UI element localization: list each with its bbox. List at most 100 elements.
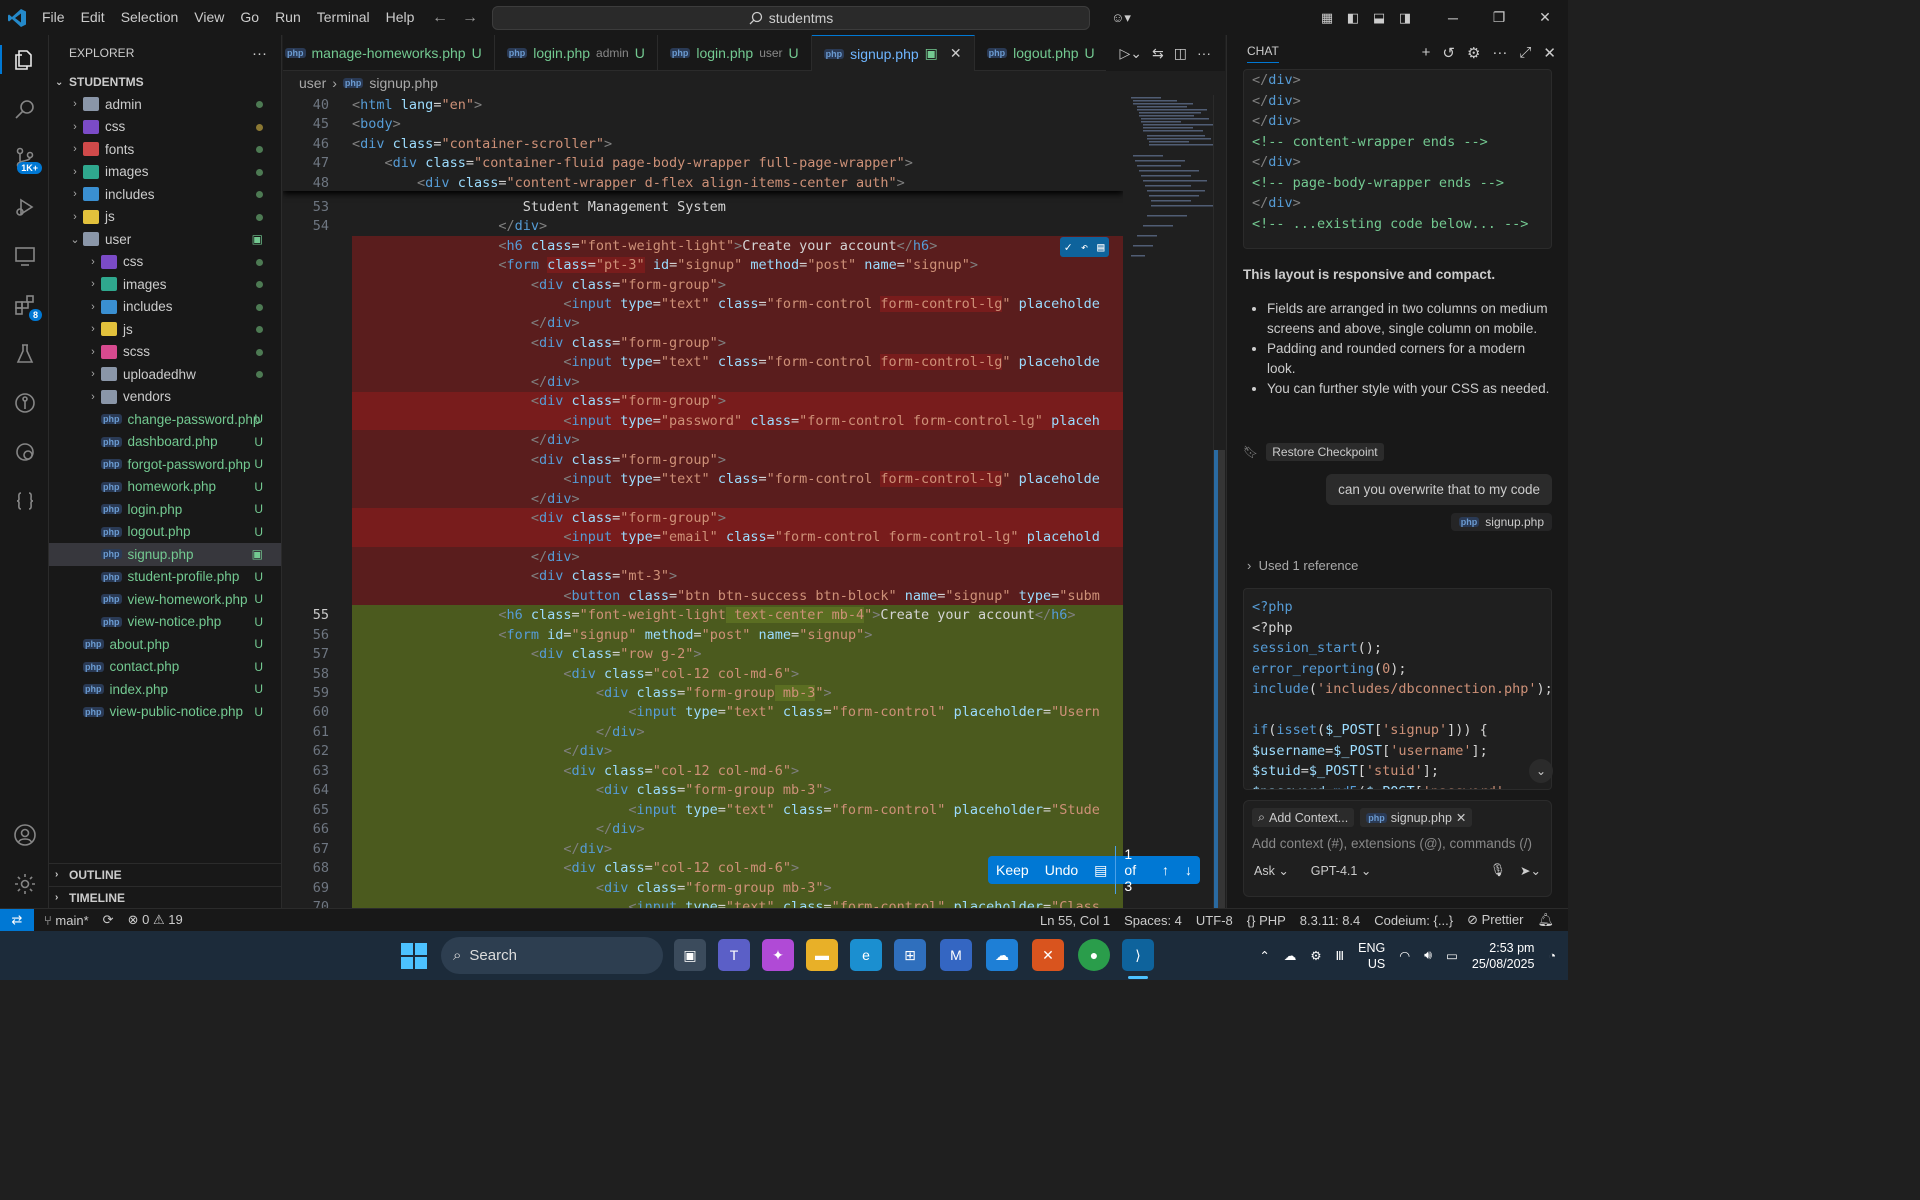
code-line[interactable]: 60 <input type="text" class="form-contro… — [283, 702, 1123, 723]
sticky-line[interactable]: 45 <body> — [283, 115, 1123, 135]
menu-item-view[interactable]: View — [186, 0, 232, 35]
close-icon[interactable]: ✕ — [1456, 810, 1466, 825]
keep-button[interactable]: Keep — [988, 862, 1037, 878]
undo-button[interactable]: Undo — [1037, 862, 1086, 878]
sticky-line[interactable]: 47 <div class="container-fluid page-body… — [283, 154, 1123, 174]
split-editor-icon[interactable]: ◫ — [1174, 45, 1187, 62]
tree-folder[interactable]: › admin — [49, 93, 281, 116]
minimize-icon[interactable]: ─ — [1430, 0, 1476, 35]
code-line[interactable]: 66 </div> — [283, 819, 1123, 839]
tree-file[interactable]: php index.php U — [49, 678, 281, 701]
breadcrumb-folder[interactable]: user — [299, 75, 326, 91]
open-changes-icon[interactable]: ⇆ — [1152, 45, 1164, 62]
code-line[interactable]: <div class="form-group"> — [283, 274, 1123, 295]
editor-tab[interactable]: php login.php admin U — [495, 35, 658, 71]
model-picker[interactable]: GPT-4.1 ⌄ — [1311, 863, 1372, 878]
code-line[interactable]: <div class="form-group"> — [283, 449, 1123, 470]
explorer-icon[interactable] — [0, 35, 49, 84]
chevron-up-icon[interactable]: ⌃ — [1259, 948, 1269, 963]
code-editor[interactable]: 40 <html lang="en"> 45 <body> 46 <div class="… — [283, 95, 1123, 908]
code-line[interactable]: 54 </div> — [283, 216, 1123, 236]
notification-center-icon[interactable]: ◔ — [1548, 949, 1556, 963]
code-line[interactable]: 59 <div class="form-group mb-3"> — [283, 683, 1123, 703]
code-line[interactable]: 57 <div class="row g-2"> — [283, 644, 1123, 664]
code-line[interactable]: 62 </div> — [283, 741, 1123, 762]
previous-change-icon[interactable]: ↑ — [1154, 862, 1177, 878]
toggle-secondary-sidebar-icon[interactable]: ◨ — [1392, 0, 1418, 35]
code-line[interactable]: <input type="password" class="form-contr… — [283, 410, 1123, 431]
code-line[interactable]: </div> — [283, 547, 1123, 567]
restore-icon[interactable]: ❐ — [1476, 0, 1522, 35]
undo-icon[interactable]: ↶ — [1081, 240, 1088, 254]
code-line[interactable]: </div> — [283, 488, 1123, 509]
battery-icon[interactable]: ▭ — [1446, 948, 1458, 963]
copilot-app-icon[interactable]: ✦ — [762, 939, 794, 971]
next-change-icon[interactable]: ↓ — [1177, 862, 1200, 878]
json-icon[interactable] — [0, 476, 49, 525]
code-line[interactable]: <form class="pt-3" id="signup" method="p… — [283, 255, 1123, 275]
tree-folder[interactable]: › fonts — [49, 138, 281, 161]
sticky-line[interactable]: 40 <html lang="en"> — [283, 95, 1123, 115]
tree-file[interactable]: php view-homework.php U — [49, 588, 281, 611]
file-explorer-icon[interactable]: ▬ — [806, 939, 838, 971]
user-message-reference[interactable]: php signup.php — [1450, 513, 1552, 531]
customize-layout-icon[interactable]: ▦ — [1314, 0, 1340, 35]
search-view-icon[interactable] — [0, 84, 49, 133]
tree-file[interactable]: php student-profile.php U — [49, 566, 281, 589]
more-actions-icon[interactable]: ··· — [1197, 45, 1211, 61]
chat-input-placeholder[interactable]: Add context (#), extensions (@), command… — [1244, 834, 1551, 853]
context-file-chip[interactable]: php signup.php ✕ — [1360, 808, 1473, 827]
language-mode[interactable]: {} PHP — [1247, 913, 1286, 928]
tree-folder[interactable]: › includes — [49, 183, 281, 206]
branch-indicator[interactable]: ⑂ main* — [44, 913, 89, 928]
tree-file[interactable]: php view-notice.php U — [49, 611, 281, 634]
editor-scrollbar[interactable] — [1213, 95, 1225, 920]
sticky-line[interactable]: 48 <div class="content-wrapper d-flex al… — [283, 173, 1123, 193]
cursor-position[interactable]: Ln 55, Col 1 — [1040, 913, 1110, 928]
encoding[interactable]: UTF-8 — [1196, 913, 1233, 928]
tree-folder[interactable]: › css — [49, 116, 281, 139]
testing-icon[interactable] — [0, 329, 49, 378]
tree-folder[interactable]: › css — [49, 251, 281, 274]
back-arrow-icon[interactable]: ← — [432, 9, 448, 27]
more-actions-icon[interactable]: ··· — [252, 45, 267, 62]
code-line[interactable]: <button class="btn btn-success btn-block… — [283, 586, 1123, 606]
chrome-icon[interactable]: ● — [1078, 939, 1110, 971]
maximize-icon[interactable]: ⤢ — [1519, 44, 1531, 62]
accounts-icon[interactable] — [0, 810, 49, 859]
code-line[interactable]: 63 <div class="col-12 col-md-6"> — [283, 761, 1123, 781]
code-line[interactable]: 70 <input type="text" class="form-contro… — [283, 897, 1123, 908]
php-version[interactable]: 8.3.11: 8.4 — [1300, 913, 1360, 928]
xampp-icon[interactable]: ✕ — [1032, 939, 1064, 971]
codeium-status[interactable]: Codeium: {...} — [1374, 913, 1453, 928]
input-language[interactable]: ENG US — [1358, 940, 1385, 972]
onedrive-icon[interactable]: ☁ — [986, 939, 1018, 971]
forward-arrow-icon[interactable]: → — [462, 9, 478, 27]
tree-folder[interactable]: › js — [49, 206, 281, 229]
close-icon[interactable]: ✕ — [1543, 44, 1556, 62]
code-line[interactable]: </div> — [283, 430, 1123, 450]
code-line[interactable]: <div class="mt-3"> — [283, 566, 1123, 587]
open-diff-icon[interactable]: ▤ — [1097, 240, 1104, 254]
code-line[interactable]: </div> — [283, 313, 1123, 334]
code-line[interactable]: <div class="form-group"> — [283, 508, 1123, 528]
used-references[interactable]: › Used 1 reference — [1247, 558, 1358, 573]
add-context-button[interactable]: ⌕ Add Context... — [1252, 808, 1355, 827]
settings-gear-icon[interactable] — [0, 859, 49, 908]
vscode-taskbar-icon[interactable]: ⟩ — [1122, 939, 1154, 971]
teams-icon[interactable]: T — [718, 939, 750, 971]
docker-icon[interactable] — [0, 427, 49, 476]
timeline-section[interactable]: › TIMELINE — [49, 886, 282, 908]
tree-folder[interactable]: ⌄ user ▣ — [49, 228, 281, 251]
tree-folder[interactable]: › includes — [49, 296, 281, 319]
new-chat-icon[interactable]: + — [1422, 44, 1431, 62]
code-line[interactable]: 61 </div> — [283, 722, 1123, 742]
chat-input[interactable]: ⌕ Add Context... php signup.php ✕ Add conte… — [1243, 800, 1552, 897]
speaker-icon[interactable]: 🔊︎ — [1424, 948, 1432, 963]
code-line[interactable]: </div> — [283, 372, 1123, 392]
run-icon[interactable]: ▷⌄ — [1120, 45, 1143, 62]
workspace-root[interactable]: ⌄ STUDENTMS — [49, 71, 281, 93]
send-icon[interactable]: ➤⌄ — [1520, 863, 1541, 878]
code-line[interactable]: <input type="text" class="form-control f… — [283, 294, 1123, 314]
tree-file[interactable]: php forgot-password.php U — [49, 453, 281, 476]
